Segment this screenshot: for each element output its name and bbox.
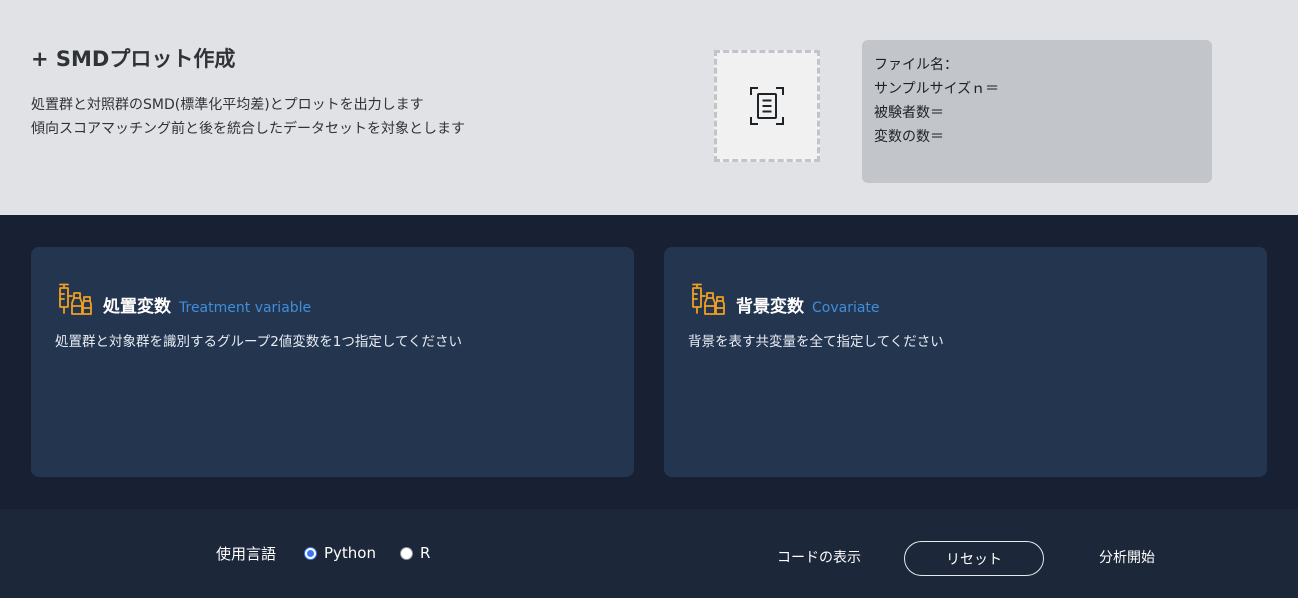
covariate-card-title: 背景変数 Covariate	[736, 292, 880, 317]
treatment-variable-card[interactable]: 処置変数 Treatment variable 処置群と対象群を識別するグループ2…	[31, 247, 634, 477]
subjects-count-label: 被験者数＝	[874, 105, 944, 121]
syringe-vial-icon	[59, 283, 92, 315]
python-option-label: Python	[324, 544, 376, 562]
r-option-label: R	[420, 544, 431, 562]
variables-count-label: 変数の数＝	[874, 129, 944, 145]
covariate-title-text: 背景変数	[736, 297, 804, 317]
syringe-vial-icon	[692, 283, 725, 315]
treatment-card-title: 処置変数 Treatment variable	[103, 292, 311, 317]
radio-unselected-icon[interactable]	[400, 546, 413, 560]
run-analysis-button[interactable]: 分析開始	[1099, 547, 1155, 567]
treatment-card-description: 処置群と対象群を識別するグループ2値変数を1つ指定してください	[55, 334, 463, 350]
treatment-title-text: 処置変数	[103, 297, 171, 317]
treatment-subtitle: Treatment variable	[179, 300, 312, 316]
description-line-1: 処置群と対照群のSMD(標準化平均差)とプロットを出力します	[31, 97, 424, 113]
page-title: + SMDプロット作成	[31, 47, 236, 71]
language-radio-r[interactable]: R	[400, 544, 430, 562]
covariate-card[interactable]: 背景変数 Covariate 背景を表す共変量を全て指定してください	[664, 247, 1267, 477]
header-panel: + SMDプロット作成 処置群と対照群のSMD(標準化平均差)とプロットを出力し…	[0, 0, 1298, 215]
file-name-label: ファイル名：	[874, 57, 958, 73]
reset-button[interactable]: リセット	[904, 541, 1044, 576]
show-code-button[interactable]: コードの表示	[777, 547, 861, 567]
radio-selected-icon[interactable]	[304, 546, 317, 560]
sample-size-label: サンプルサイズｎ＝	[874, 81, 1000, 97]
file-info-panel: ファイル名： サンプルサイズｎ＝ 被験者数＝ 変数の数＝	[862, 40, 1212, 183]
covariate-subtitle: Covariate	[812, 300, 880, 316]
language-label: 使用言語	[216, 545, 277, 563]
document-scan-icon	[750, 87, 784, 125]
covariate-card-description: 背景を表す共変量を全て指定してください	[688, 334, 944, 350]
file-dropzone[interactable]	[714, 50, 820, 162]
description-line-2: 傾向スコアマッチング前と後を統合したデータセットを対象とします	[31, 121, 465, 137]
footer-bar: 使用言語 Python R コードの表示 リセット 分析開始	[0, 509, 1298, 598]
language-radio-python[interactable]: Python	[304, 544, 376, 562]
